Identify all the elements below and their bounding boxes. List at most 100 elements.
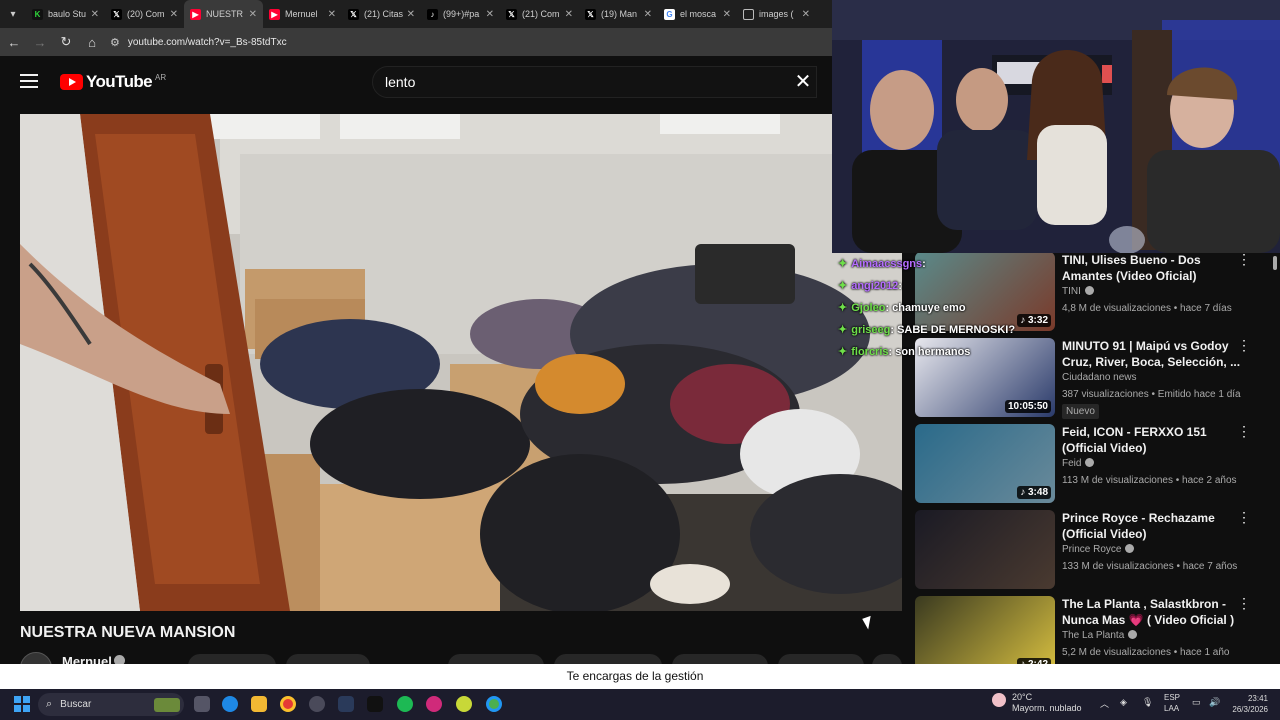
recommendation-channel[interactable]: Feid [1062, 458, 1095, 469]
chat-username: Gjoleo [851, 302, 886, 314]
close-tab-icon[interactable]: ✕ [565, 9, 573, 20]
tray-app-icon[interactable]: ◈ [1120, 697, 1127, 708]
volume-icon[interactable]: 🔊 [1209, 697, 1220, 708]
browser-tab[interactable]: 𝕏 (20) Com ✕ [105, 0, 184, 28]
microphone-icon[interactable]: 🎙 [1142, 697, 1153, 708]
video-thumbnail[interactable]: ♪ 3:32 [915, 252, 1055, 331]
weather-widget[interactable]: 20°C Mayorm. nublado [1012, 692, 1082, 714]
chat-message: ✦ Aimaacssgns: [838, 257, 926, 270]
video-thumbnail[interactable]: ♪ 3:48 [915, 424, 1055, 503]
recommendation-channel[interactable]: Ciudadano news [1062, 372, 1137, 383]
edge-icon[interactable] [222, 696, 238, 712]
x-icon: 𝕏 [111, 8, 122, 20]
verified-icon [1085, 458, 1095, 467]
url-bar[interactable]: ⚙ youtube.com/watch?v=_Bs-85tdTxc [110, 31, 832, 53]
close-tab-icon[interactable]: ✕ [802, 9, 810, 20]
video-thumbnail[interactable] [915, 510, 1055, 589]
weather-icon[interactable] [992, 693, 1006, 707]
tab-title: (19) Man [601, 9, 638, 19]
system-clock[interactable]: 23:41 26/3/2026 [1224, 693, 1268, 715]
more-options-icon[interactable]: ⋮ [1237, 510, 1251, 526]
more-options-icon[interactable]: ⋮ [1237, 338, 1251, 354]
chat-text: : chamuye emo [885, 302, 966, 314]
duration-badge: ♪ 3:32 [1017, 314, 1051, 327]
chrome-canary-icon[interactable] [486, 696, 502, 712]
site-info-icon[interactable]: ⚙ [110, 36, 120, 49]
tiktok-icon: ♪ [427, 8, 438, 20]
recommendation-channel[interactable]: Prince Royce [1062, 544, 1135, 555]
close-tab-icon[interactable]: ✕ [486, 9, 494, 20]
steam-icon[interactable] [338, 696, 354, 712]
video-title: NUESTRA NUEVA MANSION [20, 624, 236, 641]
chat-message: ✦ angi2012: [838, 279, 902, 292]
browser-tab[interactable]: ♪ (99+)#pa ✕ [421, 0, 500, 28]
duration-text: 3:32 [1027, 315, 1048, 326]
reload-icon[interactable]: ↻ [54, 30, 78, 54]
forward-icon[interactable]: → [28, 30, 52, 54]
menu-icon[interactable] [20, 74, 38, 88]
browser-tab[interactable]: Kbaulo Stu ✕ [26, 0, 105, 28]
chat-text: : [922, 258, 926, 270]
close-tab-icon[interactable]: ✕ [328, 9, 336, 20]
recommendation-item[interactable]: ♪ 3:48 Feid, ICON - FERXXO 151 (Official … [915, 424, 1270, 508]
network-icon[interactable]: ▭ [1192, 697, 1201, 708]
recommendation-title[interactable]: The La Planta , Salastkbron - Nunca Mas … [1062, 596, 1242, 628]
chat-message: ✦ florcris: son hermanos [838, 345, 970, 358]
more-options-icon[interactable]: ⋮ [1237, 252, 1251, 268]
browser-tab[interactable]: ▶ NUESTR ✕ [184, 0, 263, 28]
browser-tab[interactable]: Gel mosca ✕ [658, 0, 737, 28]
close-tab-icon[interactable]: ✕ [91, 9, 99, 20]
sidebar-scrollbar-thumb[interactable] [1273, 256, 1277, 270]
browser-tab[interactable]: ▶ Mernuel ✕ [263, 0, 342, 28]
back-icon[interactable]: ← [2, 30, 26, 54]
tiktok-icon[interactable] [367, 696, 383, 712]
tab-title: baulo Stu [48, 9, 87, 19]
recommendation-meta: 4,8 M de visualizaciones • hace 7 días [1062, 303, 1232, 314]
close-tab-icon[interactable]: ✕ [249, 9, 257, 20]
close-tab-icon[interactable]: ✕ [644, 9, 652, 20]
tray-chevron-icon[interactable]: ︿ [1100, 697, 1109, 710]
language-bottom: LAA [1164, 704, 1180, 713]
chrome-icon[interactable] [280, 696, 296, 712]
browser-tab[interactable]: 𝕏 (21) Com ✕ [500, 0, 579, 28]
more-options-icon[interactable]: ⋮ [1237, 424, 1251, 440]
recommendation-title[interactable]: Feid, ICON - FERXXO 151 (Official Video) [1062, 424, 1242, 456]
task-view-icon[interactable] [194, 696, 210, 712]
recommendation-title[interactable]: MINUTO 91 | Maipú vs Godoy Cruz, River, … [1062, 338, 1242, 370]
browser-tab[interactable]: 𝕏 (21) Citas ✕ [342, 0, 421, 28]
clear-search-icon[interactable]: ✕ [792, 72, 814, 94]
youtube-logo[interactable]: YouTube AR [60, 72, 166, 92]
tab-title: el mosca [680, 9, 717, 19]
recommendation-item[interactable]: Prince Royce - Rechazame (Official Video… [915, 510, 1270, 594]
file-explorer-icon[interactable] [251, 696, 267, 712]
chat-text: : SABE DE MERNOSKI? [890, 324, 1016, 336]
mouse-cursor [862, 615, 875, 631]
recommendation-title[interactable]: Prince Royce - Rechazame (Official Video… [1062, 510, 1242, 542]
obs-icon[interactable] [309, 696, 325, 712]
youtube-icon: ▶ [190, 8, 201, 20]
windows-start-icon[interactable] [14, 696, 30, 712]
recommendation-title[interactable]: TINI, Ulises Bueno - Dos Amantes (Video … [1062, 252, 1242, 284]
tab-search-icon[interactable]: ▾ [0, 0, 26, 28]
search-input[interactable]: lento [372, 66, 817, 98]
browser-tab[interactable]: 𝕏 (19) Man ✕ [579, 0, 658, 28]
recommendation-channel[interactable]: TINI [1062, 286, 1094, 297]
duration-badge: 10:05:50 [1004, 400, 1051, 413]
browser-tab[interactable]: images (✕ [737, 0, 816, 28]
close-tab-icon[interactable]: ✕ [407, 9, 415, 20]
map-pin-app-icon[interactable] [426, 696, 442, 712]
more-options-icon[interactable]: ⋮ [1237, 596, 1251, 612]
recommendation-channel[interactable]: The La Planta [1062, 630, 1138, 641]
subtitle-text: Te encargas de la gestión [566, 669, 704, 683]
spotify-icon[interactable] [397, 696, 413, 712]
close-tab-icon[interactable]: ✕ [170, 9, 178, 20]
sidebar-scrollbar[interactable] [1272, 256, 1278, 666]
duration-text: 10:05:50 [1007, 401, 1048, 412]
close-tab-icon[interactable]: ✕ [723, 9, 731, 20]
language-indicator[interactable]: ESP LAA [1164, 692, 1180, 714]
app-icon[interactable] [456, 696, 472, 712]
address-bar-row: ← → ↻ ⌂ ⚙ youtube.com/watch?v=_Bs-85tdTx… [0, 28, 832, 56]
video-player[interactable] [20, 114, 902, 611]
taskbar-search-input[interactable]: ⌕ Buscar [38, 693, 184, 716]
home-icon[interactable]: ⌂ [80, 30, 104, 54]
